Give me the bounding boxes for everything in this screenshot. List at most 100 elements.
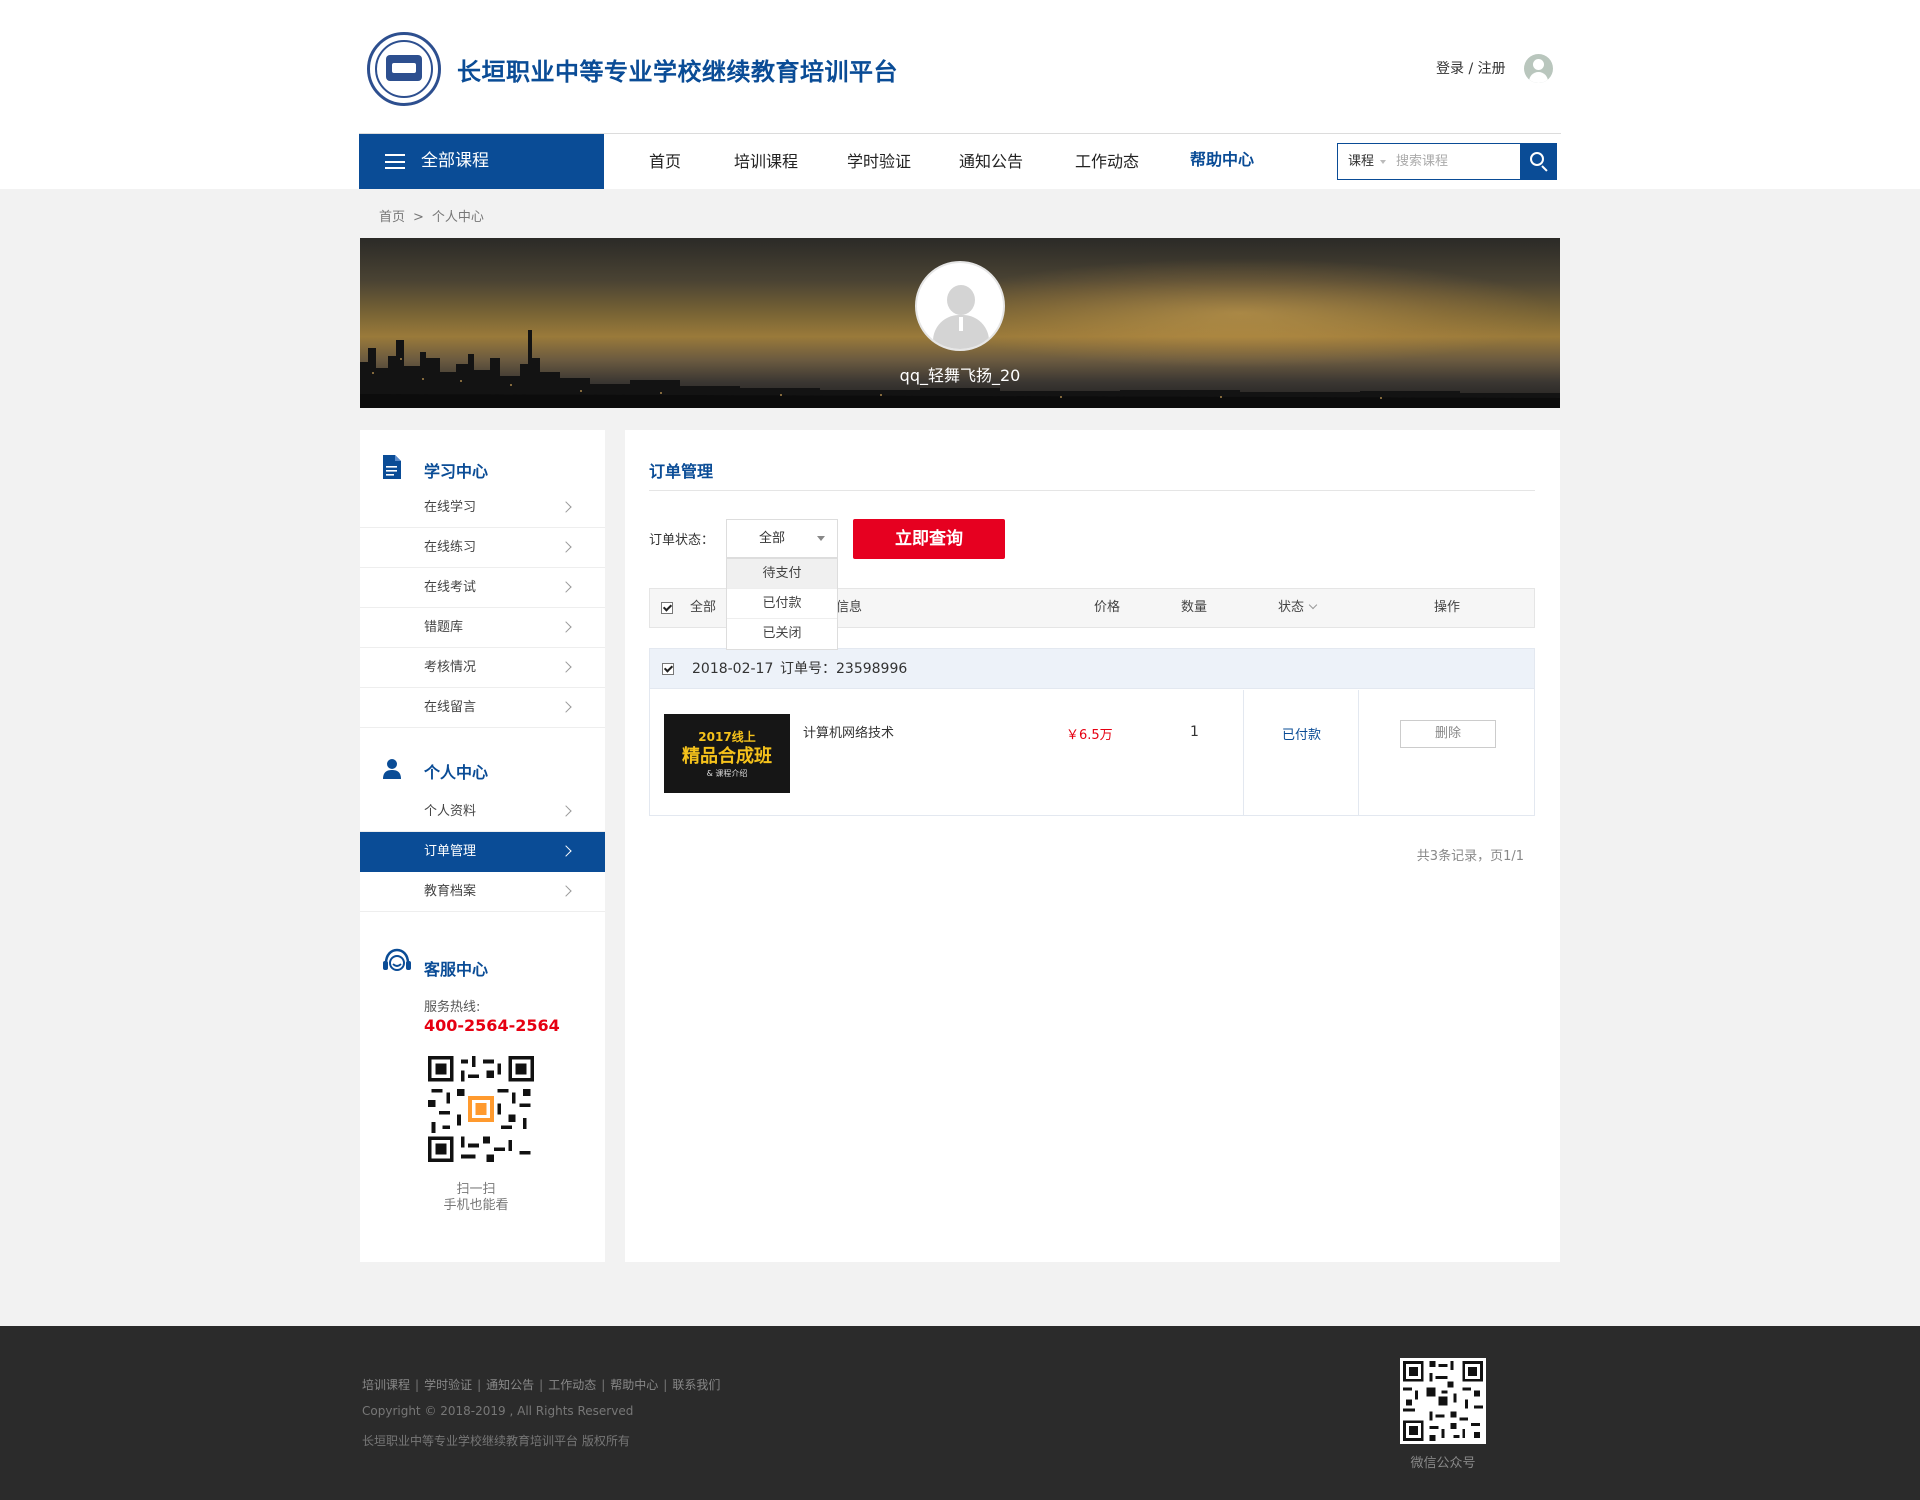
caret-down-icon <box>1380 159 1387 164</box>
delete-order-button[interactable]: 删除 <box>1400 720 1496 748</box>
footer-divider: | <box>601 1378 606 1392</box>
scan-text-line2: 手机也能看 <box>443 1198 509 1213</box>
order-number: 订单号：23598996 <box>780 649 907 689</box>
footer-link-notices[interactable]: 通知公告 <box>486 1378 534 1392</box>
profile-avatar[interactable] <box>915 261 1005 351</box>
order-status-dropdown: 待支付 已付款 已关闭 <box>726 558 838 650</box>
course-thumbnail[interactable]: 2017线上 精品合成班 & 课程介绍 <box>664 714 790 793</box>
chevron-right-icon <box>560 501 572 513</box>
footer-link-help[interactable]: 帮助中心 <box>610 1378 658 1392</box>
profile-username: qq_轻舞飞扬_20 <box>899 366 1021 385</box>
order-status-badge: 已付款 <box>1282 728 1322 743</box>
chevron-right-icon <box>560 805 572 817</box>
search-icon <box>1530 152 1544 166</box>
headset-icon <box>383 948 411 971</box>
sidebar-item-label: 在线练习 <box>424 540 477 555</box>
search-icon-handle <box>1541 165 1548 172</box>
select-all-checkbox[interactable] <box>661 602 673 614</box>
order-number-label: 订单号： <box>780 661 836 677</box>
header-action: 操作 <box>1434 600 1461 615</box>
course-name[interactable]: 计算机网络技术 <box>803 722 894 741</box>
footer-links: 培训课程 | 学时验证 | 通知公告 | 工作动态 | 帮助中心 | 联系我们 <box>362 1376 720 1393</box>
course-quantity: 1 <box>1190 724 1199 740</box>
sidebar-item-assessment[interactable]: 考核情况 <box>360 648 605 688</box>
footer-link-training[interactable]: 培训课程 <box>362 1378 410 1392</box>
profile-banner: qq_轻舞飞扬_20 <box>360 238 1560 408</box>
sidebar-item-order-management[interactable]: 订单管理 <box>360 832 605 872</box>
all-courses-button[interactable]: 全部课程 <box>359 134 604 189</box>
course-price: ￥6.5万 <box>1066 728 1113 743</box>
nav-help-center[interactable]: 帮助中心 <box>1190 132 1254 187</box>
footer-divider: | <box>663 1378 668 1392</box>
wechat-qr-label: 微信公众号 <box>1410 1456 1476 1471</box>
order-date: 2018-02-17 <box>692 661 774 677</box>
order-checkbox[interactable] <box>662 663 674 675</box>
caret-down-icon <box>817 536 825 541</box>
status-option-paid[interactable]: 已付款 <box>727 589 837 619</box>
header-state[interactable]: 状态 <box>1278 589 1318 627</box>
pagination-summary: 共3条记录，页1/1 <box>1416 849 1524 864</box>
breadcrumb-home[interactable]: 首页 <box>379 210 405 225</box>
search-type-select[interactable]: 课程 <box>1348 144 1387 179</box>
avatar-head <box>947 285 975 315</box>
column-divider <box>1358 690 1359 815</box>
order-status-select[interactable]: 全部 <box>726 519 838 558</box>
footer-link-contact[interactable]: 联系我们 <box>672 1378 720 1392</box>
sidebar-item-online-exam[interactable]: 在线考试 <box>360 568 605 608</box>
header-quantity: 数量 <box>1181 600 1208 615</box>
footer-link-news[interactable]: 工作动态 <box>548 1378 596 1392</box>
hotline-label: 服务热线: <box>424 1000 481 1015</box>
breadcrumb: 首页 > 个人中心 <box>379 206 484 225</box>
breadcrumb-separator: > <box>413 210 424 225</box>
page-title: 订单管理 <box>649 462 714 481</box>
header-price: 价格 <box>1094 600 1121 615</box>
nav-work-news[interactable]: 工作动态 <box>1075 134 1139 189</box>
query-button[interactable]: 立即查询 <box>853 519 1005 559</box>
search-button[interactable] <box>1520 143 1557 180</box>
chevron-right-icon <box>560 845 572 857</box>
sidebar-item-profile[interactable]: 个人资料 <box>360 792 605 832</box>
chevron-right-icon <box>560 621 572 633</box>
nav-training-courses[interactable]: 培训课程 <box>734 134 798 189</box>
nav-notices[interactable]: 通知公告 <box>959 134 1023 189</box>
sidebar-item-online-practice[interactable]: 在线练习 <box>360 528 605 568</box>
site-header: 长垣职业中等专业学校继续教育培训平台 登录 / 注册 全部课程 首页 培训课程 … <box>0 0 1920 189</box>
footer-copyright: Copyright © 2018-2019 , All Rights Reser… <box>362 1404 634 1418</box>
search-box: 课程 <box>1337 143 1557 180</box>
nav-home[interactable]: 首页 <box>649 134 681 189</box>
qr-code <box>428 1056 534 1162</box>
sidebar-item-online-study[interactable]: 在线学习 <box>360 488 605 528</box>
register-link[interactable]: 注册 <box>1478 61 1506 77</box>
service-center-title: 客服中心 <box>424 960 489 979</box>
school-logo[interactable] <box>367 32 441 106</box>
column-divider <box>1243 690 1244 815</box>
header-info: 信息 <box>836 600 863 615</box>
sidebar-item-label: 个人资料 <box>424 804 477 819</box>
order-status-value: 全部 <box>758 531 785 546</box>
thumb-subtitle: & 课程介绍 <box>706 769 748 778</box>
person-icon <box>383 759 401 779</box>
status-option-pending[interactable]: 待支付 <box>727 559 837 589</box>
site-title[interactable]: 长垣职业中等专业学校继续教育培训平台 <box>457 52 898 87</box>
footer-link-hours[interactable]: 学时验证 <box>424 1378 472 1392</box>
login-link[interactable]: 登录 <box>1436 61 1464 77</box>
sidebar-item-label: 考核情况 <box>424 660 477 675</box>
user-avatar-icon[interactable] <box>1524 54 1553 83</box>
sidebar-item-online-message[interactable]: 在线留言 <box>360 688 605 728</box>
search-input[interactable] <box>1396 149 1512 174</box>
header-all: 全部 <box>690 600 717 615</box>
footer-divider: | <box>477 1378 482 1392</box>
sidebar-item-label: 在线留言 <box>424 700 477 715</box>
sidebar-item-mistake-bank[interactable]: 错题库 <box>360 608 605 648</box>
chevron-right-icon <box>560 581 572 593</box>
header-state-label: 状态 <box>1278 600 1305 615</box>
main-navigation: 全部课程 首页 培训课程 学时验证 通知公告 工作动态 帮助中心 课程 <box>359 133 1561 189</box>
status-option-closed[interactable]: 已关闭 <box>727 619 837 649</box>
title-divider <box>649 490 1535 491</box>
sidebar-item-education-records[interactable]: 教育档案 <box>360 872 605 912</box>
order-header: 2018-02-17 订单号：23598996 <box>650 649 1534 689</box>
search-type-label: 课程 <box>1348 154 1375 169</box>
nav-hours-verification[interactable]: 学时验证 <box>847 134 911 189</box>
site-footer: 培训课程 | 学时验证 | 通知公告 | 工作动态 | 帮助中心 | 联系我们 Copyright … <box>0 1326 1920 1500</box>
footer-divider: | <box>539 1378 544 1392</box>
